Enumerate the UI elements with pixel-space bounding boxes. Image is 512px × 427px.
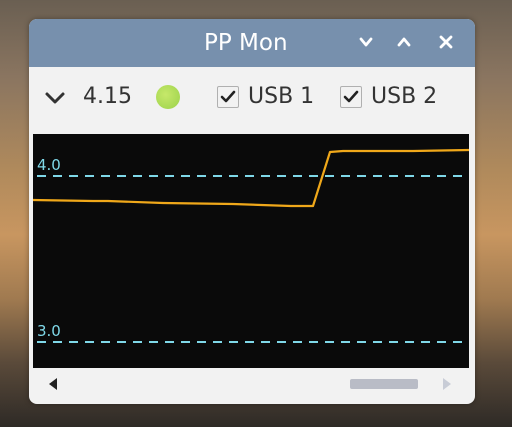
usb2-label[interactable]: USB 2 xyxy=(371,84,437,109)
usb1-checkbox[interactable] xyxy=(217,86,239,108)
usb1-label[interactable]: USB 1 xyxy=(248,84,314,109)
ref-label-4-0: 4.0 xyxy=(37,156,61,174)
close-button[interactable] xyxy=(433,29,459,55)
toolbar: 4.15 USB 1 USB 2 xyxy=(29,67,475,129)
close-icon xyxy=(439,35,453,49)
voltage-trace xyxy=(33,148,469,208)
titlebar[interactable]: PP Mon xyxy=(29,19,475,67)
usb2-checkbox[interactable] xyxy=(340,86,362,108)
voltage-plot: 4.0 3.0 xyxy=(33,134,469,368)
dropdown-chevron-icon[interactable] xyxy=(43,87,67,109)
scroll-left-arrow-icon[interactable] xyxy=(47,377,59,391)
pp-mon-window: PP Mon 4.15 USB 1 USB 2 4.0 3.0 xyxy=(29,19,475,404)
chevron-up-icon xyxy=(397,37,411,47)
scroll-right-arrow-icon[interactable] xyxy=(441,377,453,391)
scroll-thumb[interactable] xyxy=(350,379,418,389)
window-title: PP Mon xyxy=(204,30,288,56)
status-indicator xyxy=(156,85,180,109)
ref-label-3-0: 3.0 xyxy=(37,322,61,340)
voltage-plot-svg: 4.0 3.0 xyxy=(33,148,469,343)
voltage-readout: 4.15 xyxy=(83,84,132,109)
checkmark-icon xyxy=(343,90,359,103)
minimize-button[interactable] xyxy=(353,29,379,55)
chevron-down-icon xyxy=(359,37,373,47)
maximize-button[interactable] xyxy=(391,29,417,55)
horizontal-scrollbar[interactable] xyxy=(33,371,469,397)
checkmark-icon xyxy=(220,90,236,103)
